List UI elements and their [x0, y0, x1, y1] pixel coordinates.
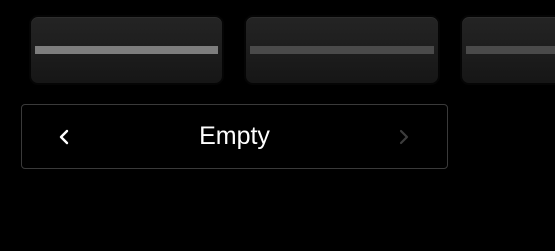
tab-indicator-bar — [466, 46, 555, 54]
tab-indicator-bar — [35, 46, 218, 54]
tab-indicator-bar — [250, 46, 434, 54]
previous-button[interactable] — [44, 105, 84, 168]
pad-tab-2[interactable] — [244, 15, 440, 85]
value-selector: Empty — [21, 104, 448, 169]
next-button[interactable] — [384, 105, 424, 168]
chevron-left-icon — [59, 129, 69, 144]
pad-tab-1[interactable] — [29, 15, 224, 85]
chevron-right-icon — [399, 129, 409, 144]
pad-tab-row — [0, 0, 555, 100]
pad-tab-3[interactable] — [460, 15, 555, 85]
